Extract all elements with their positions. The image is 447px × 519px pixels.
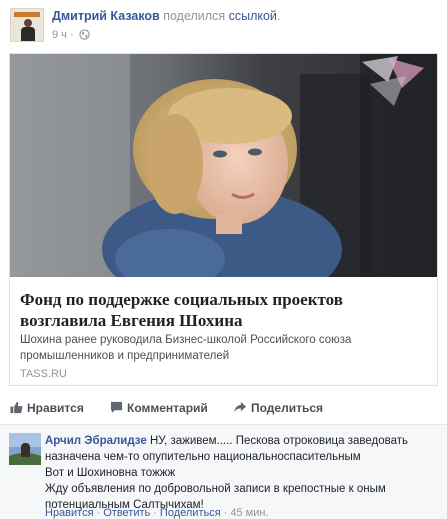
comment-footer: Нравится · Ответить · Поделиться · 45 мин. [45, 507, 268, 519]
commenter-avatar[interactable] [9, 433, 41, 465]
comment-line-4: Жду объявления по добровольной записи в … [45, 483, 386, 495]
comment-icon [110, 401, 123, 414]
comment-like-link[interactable]: Нравится [45, 507, 94, 519]
comment-author[interactable]: Арчил Эбралидзе [45, 435, 147, 447]
share-button[interactable]: Поделиться [233, 401, 323, 415]
post-time[interactable]: 9 ч [52, 29, 67, 41]
comment-reply-link[interactable]: Ответить [103, 507, 150, 519]
shared-link[interactable]: ссылкой [229, 9, 277, 23]
comment-line-1: Арчил Эбралидзе НУ, заживем..... Пескова… [45, 433, 443, 449]
comment-line-3: Вот и Шохиновна тожжж [45, 467, 176, 479]
author-avatar[interactable] [10, 8, 44, 42]
thumbs-up-icon [10, 401, 23, 414]
comment-button[interactable]: Комментарий [110, 401, 208, 415]
shared-text: поделился [163, 9, 226, 23]
avatar-person [21, 443, 30, 457]
article-photo[interactable] [10, 54, 437, 277]
footer-separator: · [223, 507, 228, 519]
avatar-sign [14, 12, 40, 17]
shared-period: . [276, 9, 281, 23]
share-label: Поделиться [251, 401, 324, 415]
article-photo-art [10, 54, 437, 277]
comment-line-2: назначена чем-то опупительно национально… [45, 451, 361, 463]
article-source: TASS.RU [20, 368, 67, 380]
post-actions: Нравится Комментарий Поделиться [0, 394, 447, 424]
article-title[interactable]: Фонд по поддержке социальных проектов во… [20, 289, 430, 331]
author-line: Дмитрий Казаков поделился ссылкой. [52, 9, 280, 23]
author-name[interactable]: Дмитрий Казаков [52, 9, 160, 23]
link-preview-card[interactable]: Фонд по поддержке социальных проектов во… [9, 53, 438, 386]
comments-section: Арчил Эбралидзе НУ, заживем..... Пескова… [0, 424, 447, 519]
comment-text-1: НУ, заживем..... Пескова отроковица заве… [149, 435, 408, 447]
avatar-figure-body [21, 27, 35, 41]
footer-separator: · [96, 507, 101, 519]
like-button[interactable]: Нравится [10, 401, 84, 415]
comment-share-link[interactable]: Поделиться [160, 507, 221, 519]
globe-icon[interactable] [79, 29, 90, 40]
comment-time[interactable]: 45 мин. [230, 507, 268, 519]
share-arrow-icon [234, 401, 247, 413]
article-description: Шохина ранее руководила Бизнес-школой Ро… [20, 334, 352, 362]
post-header: Дмитрий Казаков поделился ссылкой. 9 ч · [0, 0, 447, 52]
post-meta: 9 ч · [52, 29, 90, 41]
footer-separator: · [153, 507, 157, 519]
meta-separator: · [69, 29, 74, 41]
comment-body: Арчил Эбралидзе НУ, заживем..... Пескова… [45, 433, 443, 513]
like-label: Нравится [27, 401, 84, 415]
comment-label: Комментарий [127, 401, 208, 415]
avatar-figure-head [24, 19, 32, 27]
